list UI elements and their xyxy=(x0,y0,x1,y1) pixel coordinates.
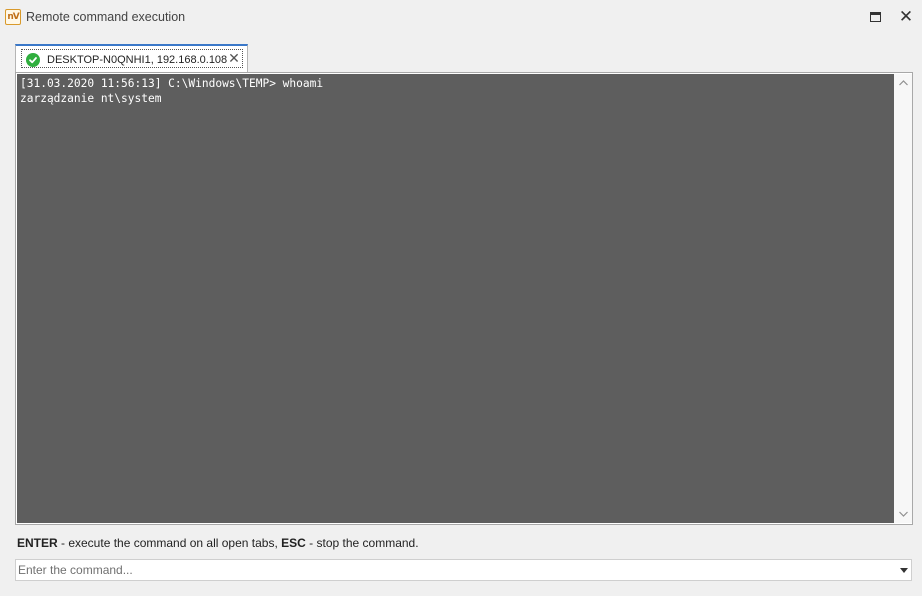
hint-text-enter: - execute the command on all open tabs, xyxy=(57,536,282,550)
hint-key-esc: ESC xyxy=(281,536,306,550)
terminal-output[interactable]: [31.03.2020 11:56:13] C:\Windows\TEMP> w… xyxy=(17,74,894,523)
command-history-dropdown[interactable] xyxy=(897,560,911,580)
window-title: Remote command execution xyxy=(26,10,186,24)
scroll-down-button[interactable] xyxy=(894,506,912,522)
caret-down-icon xyxy=(900,567,908,573)
tab-label: DESKTOP-N0QNHI1, 192.168.0.108 xyxy=(47,54,228,66)
command-combobox[interactable] xyxy=(15,559,912,581)
title-bar: nV Remote command execution ✕ xyxy=(0,0,922,34)
check-circle-icon xyxy=(26,53,40,67)
hint-text-esc: - stop the command. xyxy=(305,536,419,550)
terminal-line: zarządzanie nt\system xyxy=(20,92,162,105)
terminal-line: [31.03.2020 11:56:13] C:\Windows\TEMP> w… xyxy=(20,77,324,90)
chevron-down-icon xyxy=(898,511,908,517)
remote-command-window: nV Remote command execution ✕ DESKTOP-N0… xyxy=(0,0,922,596)
command-input[interactable] xyxy=(16,560,891,580)
app-logo-text: nV xyxy=(7,12,19,22)
vertical-scrollbar[interactable] xyxy=(894,74,912,523)
close-window-button[interactable]: ✕ xyxy=(897,8,915,26)
keyboard-hint: ENTER - execute the command on all open … xyxy=(17,536,419,550)
tab-host[interactable]: DESKTOP-N0QNHI1, 192.168.0.108 ✕ xyxy=(15,44,248,72)
terminal-frame: [31.03.2020 11:56:13] C:\Windows\TEMP> w… xyxy=(15,72,913,525)
tab-close-icon[interactable]: ✕ xyxy=(227,51,241,67)
chevron-up-icon xyxy=(898,80,908,86)
maximize-button[interactable] xyxy=(866,8,884,26)
scroll-up-button[interactable] xyxy=(894,75,912,91)
close-icon: ✕ xyxy=(898,6,914,27)
maximize-icon xyxy=(869,12,881,22)
app-logo-icon: nV xyxy=(5,9,21,25)
hint-key-enter: ENTER xyxy=(17,536,58,550)
